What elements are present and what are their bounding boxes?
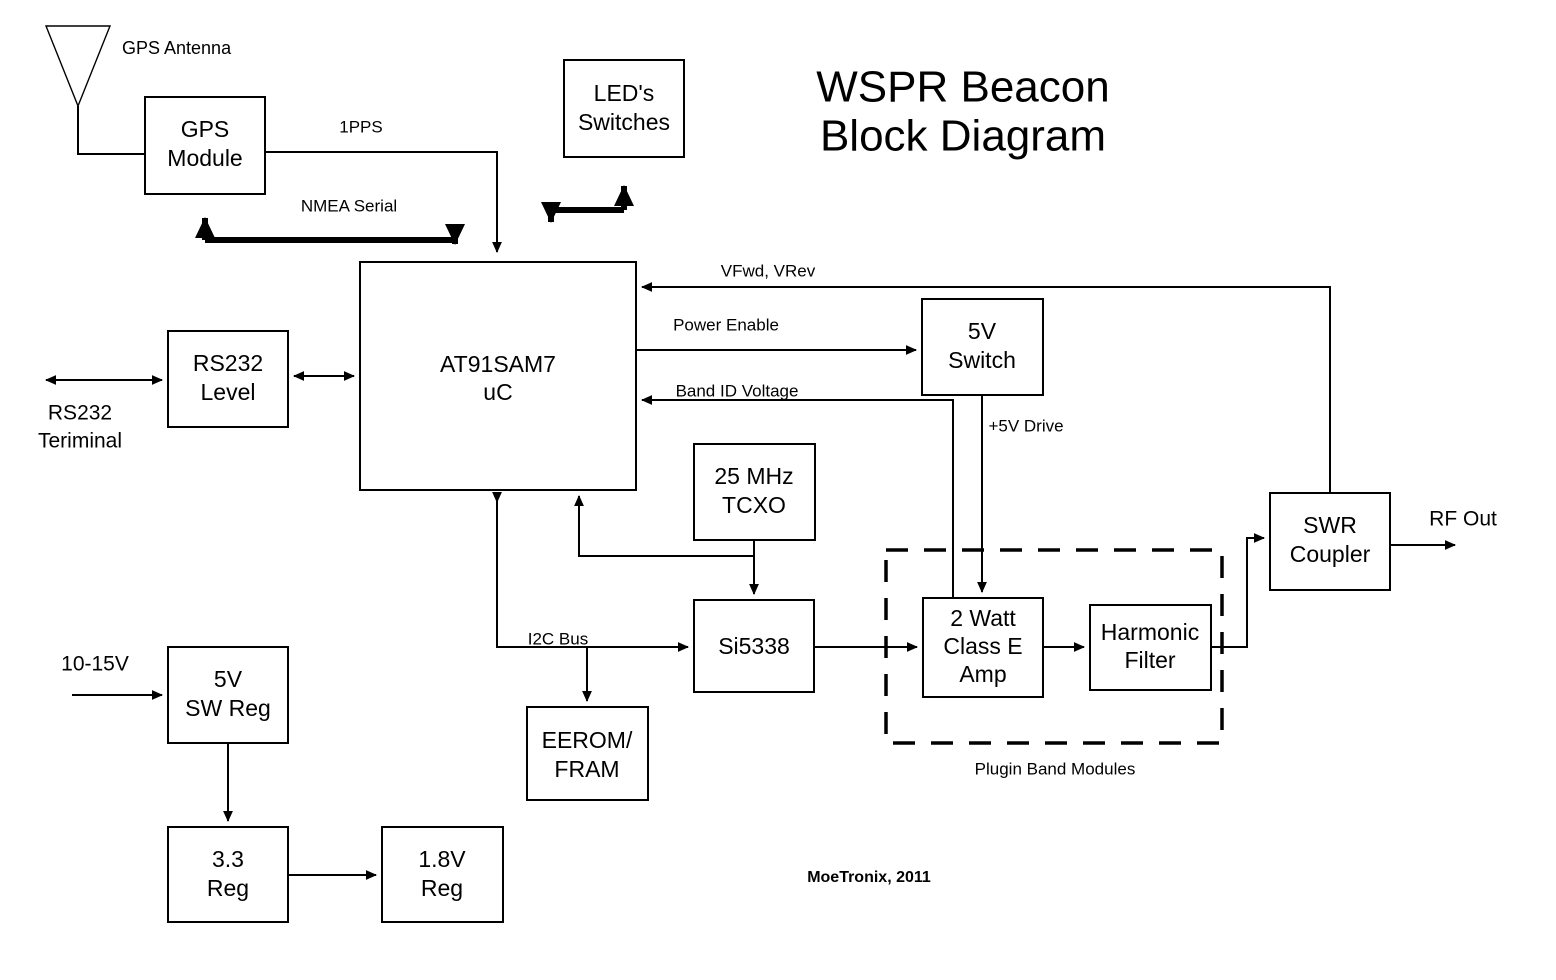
credit-text: MoeTronix, 2011 (807, 869, 931, 886)
block-gps-module[interactable]: GPS Module (144, 96, 266, 195)
gps-antenna-label: GPS Antenna (122, 38, 232, 58)
18-reg-label-2: Reg (421, 875, 463, 901)
33-reg-label-2: Reg (207, 875, 249, 901)
harmonic-filter-label-1: Harmonic (1101, 619, 1199, 645)
wire-nmea-serial (195, 217, 465, 245)
block-diagram-canvas: WSPR Beacon Block Diagram GPS Antenna GP… (0, 0, 1556, 980)
tcxo-label-1: 25 MHz (714, 463, 793, 489)
tcxo-label-2: TCXO (722, 492, 786, 518)
label-i2c-bus: I2C Bus (528, 629, 588, 648)
block-class-e-amp[interactable]: 2 Watt Class E Amp (922, 597, 1044, 698)
rs232-level-label-2: Level (201, 379, 256, 405)
wire-i2c-to-si5338 (496, 496, 689, 652)
33-reg-label-1: 3.3 (212, 846, 244, 872)
label-nmea-serial: NMEA Serial (301, 196, 397, 215)
label-rf-out: RF Out (1429, 508, 1497, 531)
block-rs232-level[interactable]: RS232 Level (167, 330, 289, 428)
label-1pps: 1PPS (339, 117, 382, 136)
amp-label-2: Class E (943, 633, 1022, 659)
block-eerom-fram[interactable]: EEROM/ FRAM (526, 706, 649, 801)
antenna-feedline (77, 106, 145, 155)
5v-switch-label-1: 5V (968, 318, 997, 344)
block-swr-coupler[interactable]: SWR Coupler (1269, 492, 1391, 591)
swr-coupler-label-1: SWR (1303, 512, 1357, 538)
si5338-label-1: Si5338 (718, 633, 790, 659)
5v-switch-label-2: Switch (948, 347, 1016, 373)
antenna-triangle-icon (44, 25, 112, 108)
5v-sw-reg-label-1: 5V (214, 666, 243, 692)
diagram-title: WSPR Beacon Block Diagram (816, 63, 1109, 161)
gps-module-label-1: GPS (181, 116, 230, 142)
harmonic-filter-label-2: Filter (1124, 647, 1175, 673)
swr-coupler-label-2: Coupler (1290, 541, 1371, 567)
block-microcontroller[interactable]: AT91SAM7 uC (359, 261, 637, 491)
block-5v-sw-reg[interactable]: 5V SW Reg (167, 646, 289, 744)
leds-switches-label-1: LED's (594, 80, 655, 106)
rs232-level-label-1: RS232 (193, 350, 263, 376)
rs232-terminal-label-1: RS232 (48, 402, 112, 425)
label-input-voltage: 10-15V (61, 653, 129, 676)
label-vfwd-vrev: VFwd, VRev (721, 261, 816, 280)
label-plugin-band-modules: Plugin Band Modules (975, 759, 1136, 778)
block-5v-switch[interactable]: 5V Switch (921, 298, 1044, 396)
block-tcxo[interactable]: 25 MHz TCXO (693, 443, 816, 541)
block-si5338[interactable]: Si5338 (693, 599, 815, 693)
wire-leds-switches (541, 185, 634, 223)
5v-sw-reg-label-2: SW Reg (185, 695, 271, 721)
eerom-fram-box[interactable] (526, 706, 649, 801)
block-harmonic-filter[interactable]: Harmonic Filter (1089, 604, 1212, 691)
uc-label-2: uC (483, 379, 512, 405)
uc-label-1: AT91SAM7 (440, 351, 556, 377)
amp-label-3: Amp (959, 661, 1006, 687)
title-line-1: WSPR Beacon (816, 63, 1109, 112)
block-18-reg[interactable]: 1.8V Reg (381, 826, 504, 923)
label-band-id-voltage: Band ID Voltage (676, 381, 799, 400)
rs232-terminal-label-2: Teriminal (38, 430, 122, 453)
eerom-fram-label-1: EEROM/ (542, 727, 633, 753)
block-leds-switches[interactable]: LED's Switches (563, 59, 685, 158)
eerom-fram-label-2: FRAM (554, 756, 619, 782)
label-5v-drive: +5V Drive (988, 416, 1063, 435)
block-33-reg[interactable]: 3.3 Reg (167, 826, 289, 923)
gps-module-label-2: Module (167, 145, 242, 171)
leds-switches-label-2: Switches (578, 109, 670, 135)
18-reg-label-1: 1.8V (418, 846, 466, 872)
label-power-enable: Power Enable (673, 315, 779, 334)
diagram-svg: WSPR Beacon Block Diagram GPS Antenna GP… (38, 25, 1497, 923)
title-line-2: Block Diagram (820, 112, 1106, 161)
wire-filter-to-swr (1211, 533, 1265, 648)
amp-label-1: 2 Watt (950, 605, 1016, 631)
